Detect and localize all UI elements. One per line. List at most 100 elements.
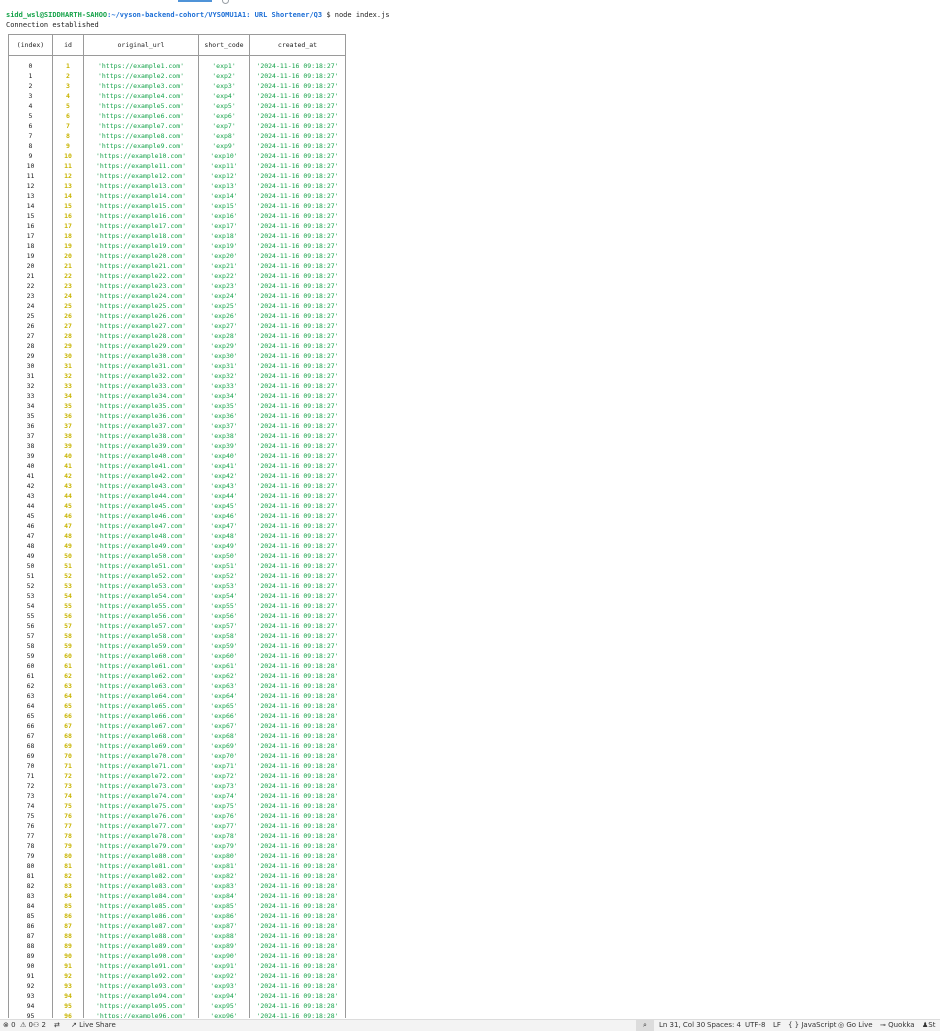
cell-id: 27	[52, 321, 84, 331]
cell-original-url: 'https://example63.com'	[83, 681, 199, 691]
cell-created-at: '2024-11-16 09:18:27'	[249, 571, 346, 581]
table-row: 95 96'https://example96.com''exp96' '2024-…	[8, 1011, 346, 1018]
cell-created-at: '2024-11-16 09:18:27'	[249, 471, 346, 481]
cell-id: 29	[52, 341, 84, 351]
go-live-button[interactable]: ◎ Go Live	[838, 1020, 873, 1031]
cell-created-at: '2024-11-16 09:18:27'	[249, 451, 346, 461]
cell-original-url: 'https://example35.com'	[83, 401, 199, 411]
cell-short-code: 'exp5'	[198, 101, 250, 111]
ports-indicator[interactable]: ⚇ 2	[33, 1020, 46, 1031]
table-row: 75 76'https://example76.com''exp76' '2024-…	[8, 811, 346, 821]
table-row: 1 2'https://example2.com''exp2' '2024-11-1…	[8, 71, 346, 81]
cell-short-code: 'exp56'	[198, 611, 250, 621]
cell-short-code: 'exp42'	[198, 471, 250, 481]
cell-original-url: 'https://example89.com'	[83, 941, 199, 951]
circle-icon[interactable]	[222, 0, 229, 4]
terminal-prompt: sidd_wsl@SIDDHARTH-SAHOO:~/vyson-backend…	[6, 10, 934, 20]
table-row: 84 85'https://example85.com''exp85' '2024-…	[8, 901, 346, 911]
command-text: $ node index.js	[326, 11, 390, 19]
cell-index: 21	[8, 271, 53, 281]
cell-short-code: 'exp45'	[198, 501, 250, 511]
cell-original-url: 'https://example54.com'	[83, 591, 199, 601]
cell-original-url: 'https://example94.com'	[83, 991, 199, 1001]
cell-id: 75	[52, 801, 84, 811]
cell-id: 73	[52, 781, 84, 791]
cell-short-code: 'exp63'	[198, 681, 250, 691]
cell-id: 16	[52, 211, 84, 221]
table-row: 78 79'https://example79.com''exp79' '2024-…	[8, 841, 346, 851]
table-row: 16 17'https://example17.com''exp17' '2024-…	[8, 221, 346, 231]
terminal-panel[interactable]: sidd_wsl@SIDDHARTH-SAHOO:~/vyson-backend…	[6, 8, 934, 1018]
cell-created-at: '2024-11-16 09:18:27'	[249, 71, 346, 81]
live-share-button[interactable]: ↗ Live Share	[71, 1020, 116, 1031]
table-row: 39 40'https://example40.com''exp40' '2024-…	[8, 451, 346, 461]
cell-short-code: 'exp14'	[198, 191, 250, 201]
cell-original-url: 'https://example13.com'	[83, 181, 199, 191]
cell-short-code: 'exp19'	[198, 241, 250, 251]
language-mode[interactable]: { } JavaScript	[788, 1020, 836, 1031]
statusbar-overflow[interactable]: ♟St	[922, 1020, 935, 1031]
line-ending[interactable]: LF	[773, 1020, 781, 1031]
cell-created-at: '2024-11-16 09:18:28'	[249, 721, 346, 731]
cell-short-code: 'exp65'	[198, 701, 250, 711]
table-row: 52 53'https://example53.com''exp53' '2024-…	[8, 581, 346, 591]
cell-id: 38	[52, 431, 84, 441]
cell-created-at: '2024-11-16 09:18:28'	[249, 691, 346, 701]
cell-index: 66	[8, 721, 53, 731]
cell-index: 30	[8, 361, 53, 371]
cell-short-code: 'exp9'	[198, 141, 250, 151]
cell-short-code: 'exp52'	[198, 571, 250, 581]
cell-index: 41	[8, 471, 53, 481]
encoding[interactable]: UTF-8	[745, 1020, 765, 1031]
cell-id: 82	[52, 871, 84, 881]
table-row: 64 65'https://example65.com''exp65' '2024-…	[8, 701, 346, 711]
cell-short-code: 'exp12'	[198, 171, 250, 181]
cell-index: 59	[8, 651, 53, 661]
table-row: 20 21'https://example21.com''exp21' '2024-…	[8, 261, 346, 271]
cell-short-code: 'exp67'	[198, 721, 250, 731]
table-row: 71 72'https://example72.com''exp72' '2024-…	[8, 771, 346, 781]
problems-indicator[interactable]: ⊗ 0 ⚠ 0	[3, 1020, 33, 1031]
zoom-icon[interactable]: ⌕	[636, 1020, 654, 1031]
cell-index: 18	[8, 241, 53, 251]
table-row: 86 87'https://example87.com''exp87' '2024-…	[8, 921, 346, 931]
table-row: 33 34'https://example34.com''exp34' '2024-…	[8, 391, 346, 401]
cell-original-url: 'https://example22.com'	[83, 271, 199, 281]
cell-short-code: 'exp21'	[198, 261, 250, 271]
cell-original-url: 'https://example91.com'	[83, 961, 199, 971]
cell-index: 92	[8, 981, 53, 991]
cell-created-at: '2024-11-16 09:18:27'	[249, 261, 346, 271]
indentation[interactable]: Spaces: 4	[707, 1020, 741, 1031]
cell-original-url: 'https://example45.com'	[83, 501, 199, 511]
cell-original-url: 'https://example26.com'	[83, 311, 199, 321]
cell-original-url: 'https://example32.com'	[83, 371, 199, 381]
cursor-position[interactable]: Ln 31, Col 30	[659, 1020, 705, 1031]
cell-original-url: 'https://example73.com'	[83, 781, 199, 791]
cell-created-at: '2024-11-16 09:18:28'	[249, 981, 346, 991]
cell-original-url: 'https://example34.com'	[83, 391, 199, 401]
table-row: 46 47'https://example47.com''exp47' '2024-…	[8, 521, 346, 531]
table-row: 60 61'https://example61.com''exp61' '2024-…	[8, 661, 346, 671]
table-row: 22 23'https://example23.com''exp23' '2024-…	[8, 281, 346, 291]
terminal-icon[interactable]: ⇄	[54, 1020, 60, 1031]
table-row: 12 13'https://example13.com''exp13' '2024-…	[8, 181, 346, 191]
cell-original-url: 'https://example6.com'	[83, 111, 199, 121]
active-tab-indicator[interactable]	[178, 0, 212, 2]
cell-index: 10	[8, 161, 53, 171]
cell-id: 24	[52, 291, 84, 301]
cell-original-url: 'https://example80.com'	[83, 851, 199, 861]
cell-short-code: 'exp89'	[198, 941, 250, 951]
cell-index: 15	[8, 211, 53, 221]
quokka-button[interactable]: ⊸ Quokka	[880, 1020, 915, 1031]
cell-created-at: '2024-11-16 09:18:27'	[249, 251, 346, 261]
cell-original-url: 'https://example69.com'	[83, 741, 199, 751]
cell-created-at: '2024-11-16 09:18:27'	[249, 411, 346, 421]
cell-original-url: 'https://example7.com'	[83, 121, 199, 131]
cell-id: 8	[52, 131, 84, 141]
cell-created-at: '2024-11-16 09:18:27'	[249, 191, 346, 201]
cell-short-code: 'exp73'	[198, 781, 250, 791]
table-row: 7 8'https://example8.com''exp8' '2024-11-1…	[8, 131, 346, 141]
cell-short-code: 'exp83'	[198, 881, 250, 891]
table-row: 3 4'https://example4.com''exp4' '2024-11-1…	[8, 91, 346, 101]
cell-original-url: 'https://example59.com'	[83, 641, 199, 651]
